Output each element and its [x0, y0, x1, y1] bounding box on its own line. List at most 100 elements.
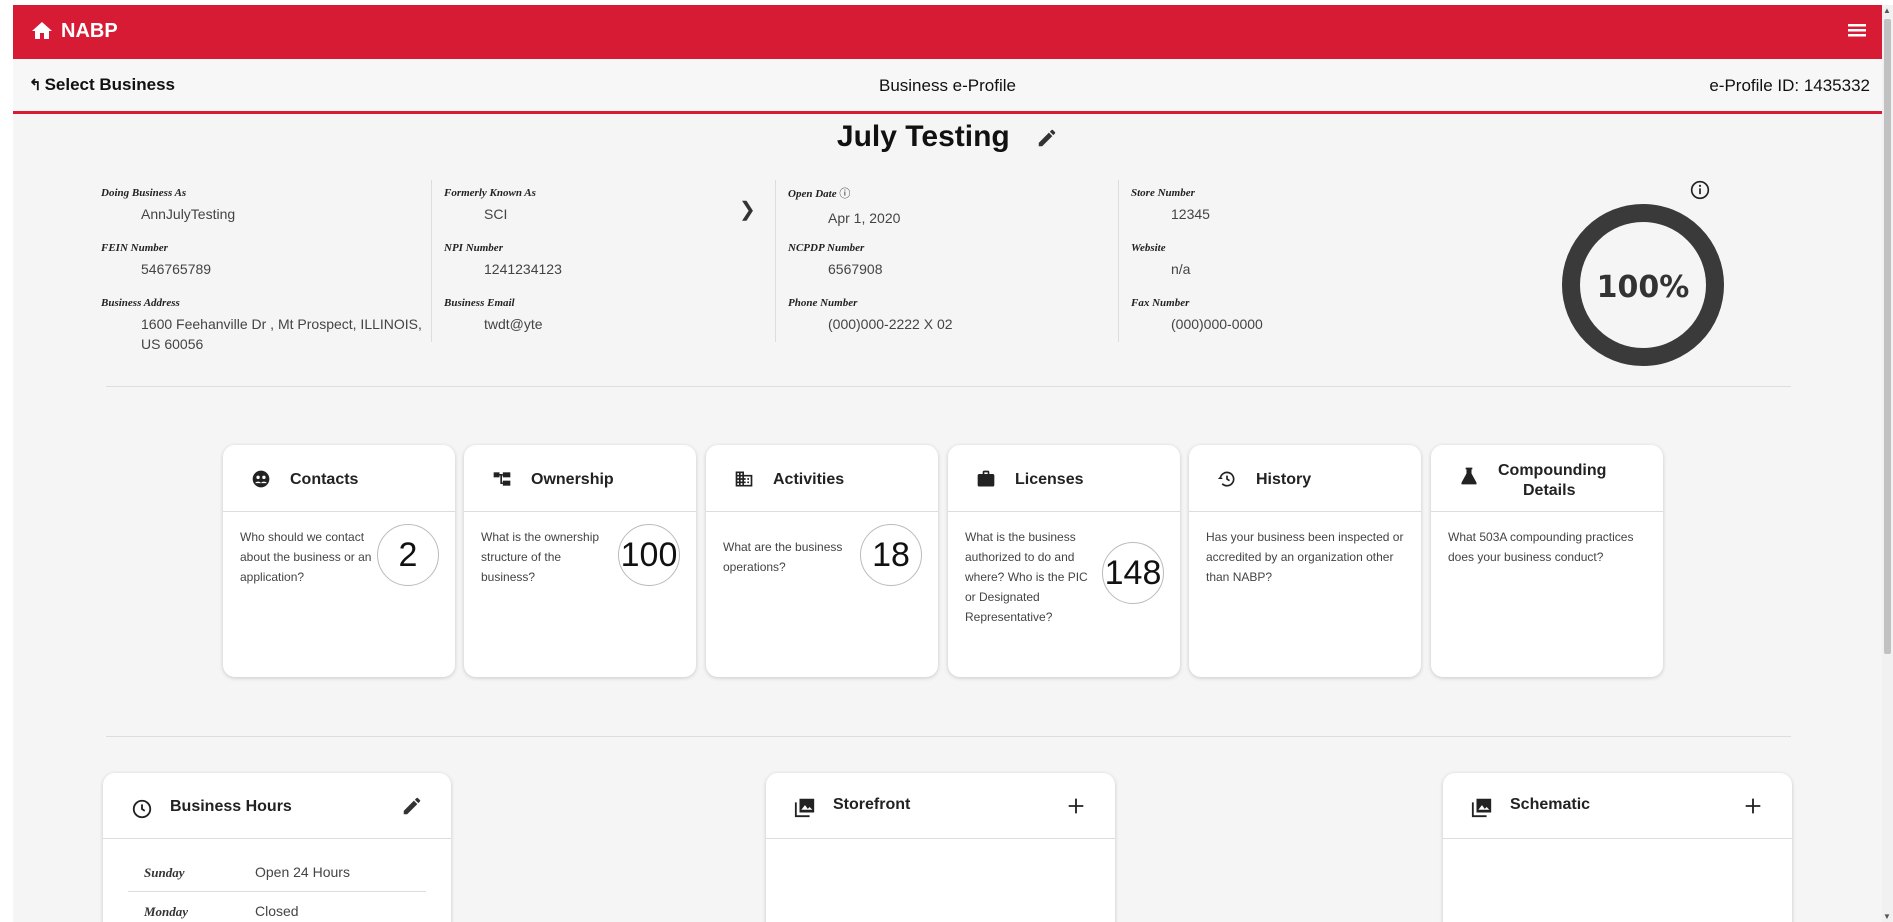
business-hours-panel: Business Hours Sunday Open 24 Hours Mond… — [103, 773, 451, 922]
card-header: Contacts — [223, 445, 455, 512]
scroll-down-icon[interactable]: ▼ — [1883, 912, 1891, 921]
ownership-icon — [493, 472, 511, 486]
scroll-up-icon[interactable]: ▲ — [1883, 6, 1891, 15]
hours-row: Sunday Open 24 Hours — [128, 853, 426, 892]
field-dba: Doing Business As AnnJulyTesting — [101, 187, 235, 224]
field-label: Business Address — [101, 297, 180, 309]
image-icon — [1471, 798, 1492, 818]
card-count: 100 — [618, 524, 680, 586]
page: NABP ↰ Select Business Business e-Profil… — [13, 5, 1882, 922]
brand-label: NABP — [61, 19, 118, 42]
top-app-bar: NABP — [13, 5, 1882, 59]
scrollbar-thumb[interactable] — [1884, 19, 1891, 654]
address-line-1: 1600 Feehanville Dr , Mt Prospect, ILLIN… — [141, 316, 422, 332]
section-divider — [106, 386, 1791, 387]
storefront-panel: Storefront — [766, 773, 1115, 922]
hours-value: Open 24 Hours — [255, 864, 350, 880]
field-value: 1241234123 — [484, 261, 562, 277]
section-divider — [106, 736, 1791, 737]
card-title-line-2: Details — [1523, 482, 1576, 499]
card-description: Has your business been inspected or accr… — [1206, 530, 1404, 584]
field-value: 1600 Feehanville Dr , Mt Prospect, ILLIN… — [101, 314, 441, 354]
activities-card[interactable]: Activities What are the business operati… — [706, 445, 938, 677]
contacts-card[interactable]: Contacts Who should we contact about the… — [223, 445, 455, 677]
card-title: Activities — [773, 471, 845, 488]
home-link[interactable]: NABP — [29, 19, 118, 43]
add-storefront-plus-icon[interactable] — [1065, 795, 1087, 817]
hours-day: Sunday — [144, 865, 185, 880]
licenses-card[interactable]: Licenses What is the business authorized… — [948, 445, 1180, 677]
card-description: What are the business operations? — [723, 540, 843, 574]
card-header: Licenses — [948, 445, 1180, 512]
field-value: (000)000-2222 X 02 — [828, 316, 953, 332]
open-date-label: Open Date — [788, 188, 837, 200]
field-value: SCI — [484, 206, 508, 222]
card-title-line-1: Compounding — [1498, 462, 1607, 479]
field-open-date: Open Date ⓘ Apr 1, 2020 — [788, 185, 900, 228]
field-label: Open Date ⓘ — [788, 185, 900, 201]
card-header: History — [1189, 445, 1421, 512]
contacts-icon — [252, 470, 270, 488]
history-icon — [1217, 471, 1235, 487]
address-line-2: US 60056 — [141, 336, 204, 352]
field-label: Phone Number — [788, 297, 858, 309]
field-value: AnnJulyTesting — [141, 206, 236, 222]
field-label: NCPDP Number — [788, 242, 865, 254]
field-label: NPI Number — [444, 242, 503, 254]
field-value: 546765789 — [141, 261, 212, 277]
hamburger-menu-icon[interactable] — [1844, 18, 1870, 42]
card-count: 2 — [377, 524, 439, 586]
field-ncpdp: NCPDP Number 6567908 — [788, 242, 883, 279]
edit-hours-pencil-icon[interactable] — [401, 795, 423, 817]
history-card[interactable]: History Has your business been inspected… — [1189, 445, 1421, 677]
hours-row: Monday Closed — [128, 892, 426, 922]
business-name-heading: July Testing — [13, 120, 1882, 154]
home-icon — [32, 22, 52, 39]
field-fein: FEIN Number 546765789 — [101, 242, 211, 279]
field-value: Apr 1, 2020 — [828, 210, 901, 226]
panel-header: Schematic — [1443, 773, 1792, 839]
edit-name-pencil-icon[interactable] — [1036, 127, 1058, 149]
ownership-card[interactable]: Ownership What is the ownership structur… — [464, 445, 696, 677]
sub-header: ↰ Select Business Business e-Profile e-P… — [13, 59, 1882, 114]
column-divider — [431, 180, 432, 342]
column-divider — [775, 180, 776, 342]
hours-value: Closed — [255, 903, 299, 919]
card-description: Who should we contact about the business… — [240, 530, 372, 584]
card-header: Activities — [706, 445, 938, 512]
add-schematic-plus-icon[interactable] — [1742, 795, 1764, 817]
card-title: Ownership — [531, 471, 614, 488]
field-npi: NPI Number 1241234123 — [444, 242, 562, 279]
card-header: Compounding Details — [1431, 445, 1663, 512]
field-address: Business Address 1600 Feehanville Dr , M… — [101, 297, 441, 354]
field-fka: Formerly Known As SCI — [444, 187, 536, 224]
clock-icon — [132, 799, 152, 819]
card-count: 148 — [1102, 542, 1164, 604]
card-description: What is the business authorized to do an… — [965, 530, 1088, 624]
briefcase-icon — [977, 470, 995, 487]
field-label: Formerly Known As — [444, 187, 536, 199]
info-small-icon[interactable]: ⓘ — [839, 188, 850, 200]
vertical-scrollbar[interactable]: ▲ ▼ — [1882, 5, 1893, 922]
card-description: What 503A compounding practices does you… — [1448, 530, 1634, 564]
column-divider — [1118, 180, 1119, 342]
card-header: Ownership — [464, 445, 696, 512]
field-fax: Fax Number (000)000-0000 — [1131, 297, 1263, 334]
field-label: Fax Number — [1131, 297, 1190, 309]
field-value: 12345 — [1171, 206, 1210, 222]
field-email: Business Email twdt@yte — [444, 297, 543, 334]
card-title: Contacts — [290, 471, 359, 488]
image-icon — [794, 798, 815, 818]
field-value: 6567908 — [828, 261, 883, 277]
chevron-right-icon[interactable]: ❯ — [739, 197, 756, 222]
flask-icon — [1461, 467, 1477, 485]
panel-header: Business Hours — [103, 773, 451, 839]
panel-title: Storefront — [833, 796, 911, 813]
business-name: July Testing — [836, 120, 1010, 153]
card-description: What is the ownership structure of the b… — [481, 530, 600, 584]
completion-label: 100% — [1597, 270, 1690, 305]
card-title: Licenses — [1015, 471, 1084, 488]
field-value: twdt@yte — [484, 316, 543, 332]
activities-icon — [735, 471, 753, 487]
compounding-details-card[interactable]: Compounding Details What 503A compoundin… — [1431, 445, 1663, 677]
